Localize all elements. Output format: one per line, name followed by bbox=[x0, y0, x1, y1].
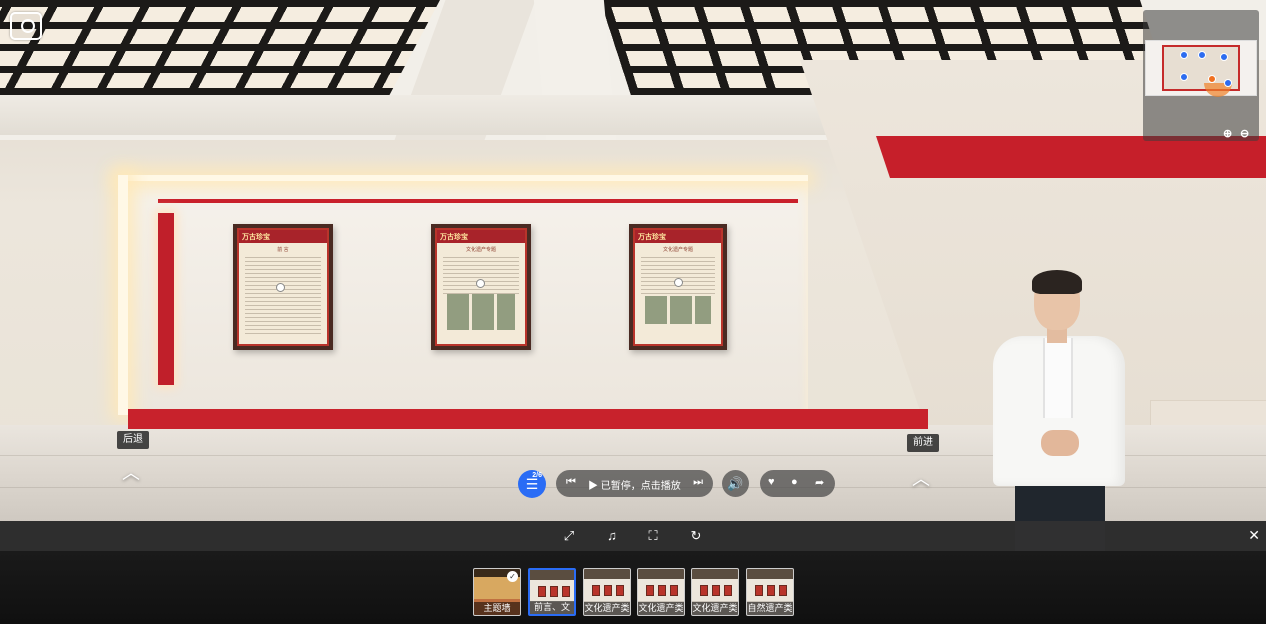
zoom-in-icon[interactable]: ⊕ bbox=[1223, 127, 1232, 140]
scene-thumbnail[interactable]: ✓ 主题墙 bbox=[473, 568, 521, 616]
red-floor-band bbox=[128, 409, 928, 429]
frame-banner: 万古珍宝 bbox=[437, 230, 525, 243]
forward-label: 前进 bbox=[907, 434, 939, 452]
scene-thumbnail[interactable]: 文化遗产类 bbox=[691, 568, 739, 616]
skip-next-icon[interactable]: ⏭ bbox=[693, 476, 703, 489]
frame-banner: 万古珍宝 bbox=[635, 230, 721, 243]
playlist-button[interactable]: ☰ 2/6 bbox=[518, 470, 546, 498]
fullscreen-icon[interactable]: ⤢ bbox=[561, 528, 577, 544]
minimap-spot[interactable] bbox=[1224, 79, 1232, 87]
scene-thumbnail[interactable]: 文化遗产类 bbox=[637, 568, 685, 616]
thumbnail-caption: 前言、文 bbox=[530, 601, 574, 614]
frame-subtitle: 前 言 bbox=[277, 247, 289, 253]
hotspot[interactable] bbox=[276, 283, 285, 292]
scene-thumbnail[interactable]: 文化遗产类 bbox=[583, 568, 631, 616]
comment-icon[interactable]: ● bbox=[791, 476, 798, 488]
presenter-hair bbox=[1032, 270, 1082, 294]
thumbnail-caption: 文化遗产类 bbox=[638, 602, 684, 615]
minimap-spot[interactable] bbox=[1220, 53, 1228, 61]
minimap[interactable]: ⊕ ⊖ bbox=[1143, 10, 1259, 141]
exhibit-frame[interactable]: 万古珍宝 文化遗产专题 bbox=[629, 224, 727, 350]
heart-icon[interactable]: ♥ bbox=[768, 476, 775, 488]
thumbnail-caption: 主题墙 bbox=[474, 602, 520, 615]
red-side-panel bbox=[158, 213, 174, 385]
vr-icon[interactable]: ⛶ bbox=[645, 528, 661, 544]
frame-text-block bbox=[443, 257, 519, 297]
ceiling-grid-left bbox=[0, 0, 440, 95]
panorama-viewer: 万古珍宝 前 言 万古珍宝 文化遗产专题 万古珍宝 文化遗产专题 ⊕ ⊖ 后退 … bbox=[0, 0, 1266, 624]
audio-player: ⏮ ▶ 已暂停，点击播放 ⏭ bbox=[556, 470, 713, 497]
minimap-spot[interactable] bbox=[1180, 73, 1188, 81]
minimap-floorplan bbox=[1145, 40, 1257, 97]
frame-banner: 万古珍宝 bbox=[239, 230, 327, 243]
frame-text-block bbox=[641, 257, 715, 297]
virtual-presenter bbox=[985, 270, 1135, 552]
frame-pictures bbox=[645, 296, 711, 324]
frame-subtitle: 文化遗产专题 bbox=[662, 247, 693, 253]
back-label: 后退 bbox=[117, 431, 149, 449]
scene-thumbnail-bar: ✓ 主题墙 前言、文 文化遗产类 文化遗产类 文化遗产类 自然遗产类 bbox=[0, 551, 1266, 624]
gyroscope-icon[interactable]: ↻ bbox=[688, 528, 704, 544]
toolbar: ⤢ ♫ ⛶ ↻ ✕ bbox=[0, 521, 1266, 551]
sound-button[interactable]: 🔊 bbox=[722, 470, 749, 497]
scene-thumbnail[interactable]: 自然遗产类 bbox=[746, 568, 794, 616]
thumbnail-caption: 文化遗产类 bbox=[692, 602, 738, 615]
red-rail bbox=[158, 199, 798, 203]
player-status[interactable]: ▶ 已暂停，点击播放 bbox=[588, 477, 681, 492]
close-icon[interactable]: ✕ bbox=[1248, 527, 1260, 544]
thumbnail-caption: 文化遗产类 bbox=[584, 602, 630, 615]
light-strip bbox=[118, 175, 808, 181]
gallery-logo-icon[interactable] bbox=[10, 12, 42, 40]
back-button[interactable]: ︿ bbox=[119, 464, 143, 482]
frame-text-block bbox=[245, 257, 321, 337]
hotspot[interactable] bbox=[476, 279, 485, 288]
hotspot[interactable] bbox=[674, 278, 683, 287]
forward-button[interactable]: ︿ bbox=[909, 470, 933, 488]
player-status-text: 已暂停，点击播放 bbox=[600, 481, 681, 492]
frame-subtitle: 文化遗产专题 bbox=[465, 247, 496, 253]
red-wall-stripe bbox=[876, 136, 1266, 178]
presenter-hands bbox=[1041, 430, 1079, 456]
minimap-current-spot bbox=[1208, 75, 1216, 83]
frame-pictures bbox=[447, 294, 515, 330]
share-icon[interactable]: ➦ bbox=[815, 476, 824, 489]
check-icon: ✓ bbox=[507, 571, 518, 582]
scene-counter: 2/6 bbox=[532, 472, 542, 479]
thumbnail-caption: 自然遗产类 bbox=[747, 602, 793, 615]
minimap-spot[interactable] bbox=[1198, 51, 1206, 59]
presenter-tshirt bbox=[1043, 338, 1073, 418]
minimap-spot[interactable] bbox=[1180, 51, 1188, 59]
scene-thumbnail[interactable]: 前言、文 bbox=[528, 568, 576, 616]
skip-previous-icon[interactable]: ⏮ bbox=[566, 476, 576, 489]
zoom-out-icon[interactable]: ⊖ bbox=[1240, 127, 1249, 140]
social-actions: ♥ ● ➦ bbox=[760, 470, 835, 497]
music-icon[interactable]: ♫ bbox=[604, 528, 620, 544]
light-strip bbox=[118, 175, 128, 415]
